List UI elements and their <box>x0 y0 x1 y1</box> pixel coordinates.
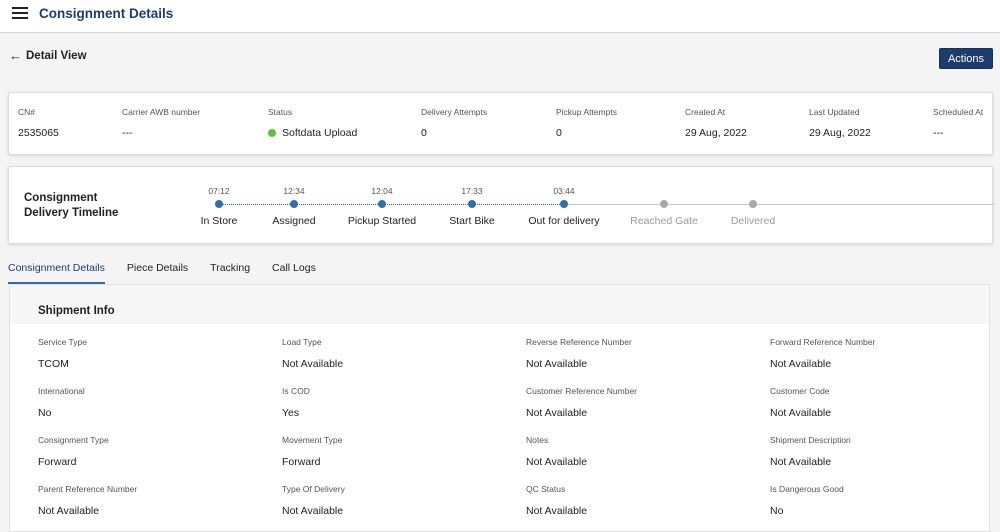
field-parent-reference-number: Parent Reference Number Not Available <box>38 484 278 517</box>
summary-value: 29 Aug, 2022 <box>809 127 871 139</box>
field-value: Not Available <box>526 456 588 468</box>
field-label: Service Type <box>38 337 87 347</box>
field-value: Not Available <box>282 358 344 370</box>
field-label: Parent Reference Number <box>38 484 138 494</box>
timeline-progress-line <box>219 204 564 205</box>
timeline-step-label: Delivered <box>730 215 776 227</box>
field-type-of-delivery: Type Of Delivery Not Available <box>282 484 522 517</box>
field-service-type: Service Type TCOM <box>38 337 278 370</box>
field-is-dangerous-good: Is Dangerous Good No <box>770 484 1000 517</box>
timeline-dot-icon <box>215 200 223 208</box>
tab-consignment-details[interactable]: Consignment Details <box>8 260 105 284</box>
timeline-dot-icon <box>378 200 386 208</box>
field-value: Not Available <box>770 456 832 468</box>
field-label: QC Status <box>526 484 566 494</box>
timeline-dot-icon <box>560 200 568 208</box>
summary-label: Delivery Attempts <box>421 107 488 117</box>
field-label: Reverse Reference Number <box>526 337 632 347</box>
summary-label: Last Updated <box>809 107 860 117</box>
field-value: Not Available <box>526 358 588 370</box>
field-value: Not Available <box>38 505 100 517</box>
arrow-left-icon: ← <box>9 48 22 63</box>
status-value: Softdata Upload <box>268 127 357 139</box>
field-international: International No <box>38 386 278 419</box>
section-title: Shipment Info <box>38 305 115 317</box>
shipment-info-card: Shipment Info Service Type TCOM Load Typ… <box>9 284 990 532</box>
field-qc-status: QC Status Not Available <box>526 484 766 517</box>
summary-value: --- <box>933 127 944 139</box>
field-load-type: Load Type Not Available <box>282 337 522 370</box>
timeline-dot-icon <box>468 200 476 208</box>
field-label: Forward Reference Number <box>770 337 876 347</box>
field-label: Is Dangerous Good <box>770 484 844 494</box>
status-text: Softdata Upload <box>282 127 358 139</box>
field-consignment-type: Consignment Type Forward <box>38 435 278 468</box>
field-label: Consignment Type <box>38 435 109 445</box>
field-value: Forward <box>38 456 77 468</box>
summary-card: CN# 2535065 Carrier AWB number --- Statu… <box>8 92 993 155</box>
field-value: No <box>38 407 52 419</box>
field-reverse-reference-number: Reverse Reference Number Not Available <box>526 337 766 370</box>
timeline-dot-icon <box>749 200 757 208</box>
field-value: Not Available <box>526 505 588 517</box>
timeline-pending-line <box>564 204 994 205</box>
summary-label: Scheduled At <box>933 107 984 117</box>
timeline-card: Consignment Delivery Timeline 07:12 In S… <box>8 166 994 244</box>
summary-value: 29 Aug, 2022 <box>685 127 747 139</box>
summary-value: 0 <box>421 127 427 139</box>
back-link[interactable]: ← Detail View <box>9 48 87 63</box>
field-notes: Notes Not Available <box>526 435 766 468</box>
summary-label: Pickup Attempts <box>556 107 617 117</box>
field-value: Forward <box>282 456 321 468</box>
summary-label: Status <box>268 107 293 117</box>
summary-label: CN# <box>18 107 36 117</box>
timeline-step-time: 03:44 <box>553 186 575 196</box>
summary-value: 0 <box>556 127 562 139</box>
field-value: Not Available <box>526 407 588 419</box>
menu-icon[interactable] <box>12 7 28 21</box>
field-label: Shipment Description <box>770 435 851 445</box>
back-label: Detail View <box>26 49 87 62</box>
field-customer-code: Customer Code Not Available <box>770 386 1000 419</box>
field-value: TCOM <box>38 358 69 370</box>
field-movement-type: Movement Type Forward <box>282 435 522 468</box>
timeline-dot-icon <box>290 200 298 208</box>
tab-tracking[interactable]: Tracking <box>210 260 250 284</box>
field-label: Customer Code <box>770 386 830 396</box>
actions-button[interactable]: Actions <box>939 48 993 69</box>
timeline-dot-icon <box>660 200 668 208</box>
field-label: Customer Reference Number <box>526 386 638 396</box>
field-label: Type Of Delivery <box>282 484 345 494</box>
field-label: Notes <box>526 435 549 445</box>
tab-piece-details[interactable]: Piece Details <box>127 260 188 284</box>
field-value: Not Available <box>770 407 832 419</box>
tab-call-logs[interactable]: Call Logs <box>272 260 316 284</box>
summary-value: --- <box>122 127 133 139</box>
field-label: International <box>38 386 85 396</box>
field-shipment-description: Shipment Description Not Available <box>770 435 1000 468</box>
top-bar: Consignment Details <box>0 0 1000 33</box>
field-is-cod: Is COD Yes <box>282 386 522 419</box>
field-forward-reference-number: Forward Reference Number Not Available <box>770 337 1000 370</box>
summary-label: Created At <box>685 107 726 117</box>
detail-tabs: Consignment Details Piece Details Tracki… <box>8 260 338 285</box>
timeline-title: Consignment Delivery Timeline <box>24 192 119 219</box>
field-value: Not Available <box>770 358 832 370</box>
field-customer-reference-number: Customer Reference Number Not Available <box>526 386 766 419</box>
field-label: Is COD <box>282 386 310 396</box>
summary-value: 2535065 <box>18 127 59 139</box>
shipment-info-header: Shipment Info <box>10 285 989 324</box>
page-title: Consignment Details <box>39 6 174 21</box>
field-label: Load Type <box>282 337 322 347</box>
status-dot-icon <box>268 129 276 137</box>
field-label: Movement Type <box>282 435 343 445</box>
field-value: Not Available <box>282 505 344 517</box>
summary-label: Carrier AWB number <box>122 107 201 117</box>
field-value: Yes <box>282 407 300 419</box>
field-value: No <box>770 505 784 517</box>
